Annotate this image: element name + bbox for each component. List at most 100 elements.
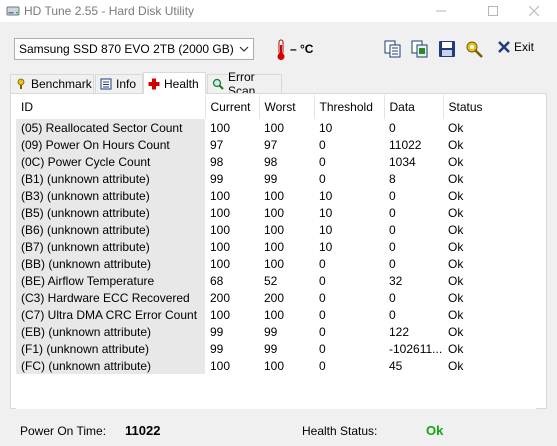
tab-error-scan[interactable]: Error Scan (207, 70, 282, 98)
floppy-disk-icon (439, 41, 455, 57)
health-panel: ID Current Worst Threshold Data Status (… (10, 93, 547, 409)
cell-worst: 100 (259, 119, 314, 136)
minimize-icon (436, 10, 446, 12)
table-row[interactable]: (C3) Hardware ECC Recovered 200 200 0 0 Ok (16, 289, 536, 306)
cell-id: (C3) Hardware ECC Recovered (16, 289, 205, 306)
table-row[interactable]: (B3) (unknown attribute) 100 100 10 0 Ok (16, 187, 536, 204)
info-icon (100, 78, 112, 90)
drive-select-value: Samsung SSD 870 EVO 2TB (2000 GB) (19, 42, 234, 56)
cell-threshold: 0 (314, 255, 384, 272)
copy-screenshot-button[interactable] (410, 39, 430, 59)
cell-threshold: 10 (314, 204, 384, 221)
cell-threshold: 10 (314, 119, 384, 136)
cell-id: (F1) (unknown attribute) (16, 340, 205, 357)
exit-label: Exit (514, 40, 535, 54)
cell-current: 100 (205, 255, 259, 272)
temperature-readout: – °C (290, 42, 314, 56)
table-row[interactable]: (B6) (unknown attribute) 100 100 10 0 Ok (16, 221, 536, 238)
cell-data: 8 (384, 170, 443, 187)
table-row[interactable]: (C7) Ultra DMA CRC Error Count 100 100 0 0 Ok (16, 306, 536, 323)
cell-threshold: 10 (314, 187, 384, 204)
tab-info[interactable]: Info (95, 74, 143, 93)
options-button[interactable] (464, 39, 484, 59)
cell-current: 98 (205, 153, 259, 170)
cell-threshold: 0 (314, 170, 384, 187)
smart-attributes-table: ID Current Worst Threshold Data Status (… (16, 95, 536, 374)
cell-worst: 52 (259, 272, 314, 289)
table-row[interactable]: (BB) (unknown attribute) 100 100 0 0 Ok (16, 255, 536, 272)
save-button[interactable] (437, 39, 457, 59)
cell-current: 99 (205, 340, 259, 357)
cell-worst: 100 (259, 221, 314, 238)
cell-worst: 100 (259, 357, 314, 374)
exit-button[interactable]: Exit (498, 40, 534, 54)
cell-current: 100 (205, 238, 259, 255)
cell-id: (B7) (unknown attribute) (16, 238, 205, 255)
tab-info-label: Info (116, 77, 137, 91)
column-header-status[interactable]: Status (443, 95, 536, 119)
cell-data: -102611... (384, 340, 443, 357)
tab-health[interactable]: Health (143, 72, 206, 94)
cell-data: 0 (384, 204, 443, 221)
cell-current: 100 (205, 187, 259, 204)
copy-info-button[interactable] (383, 39, 403, 59)
cell-id: (BE) Airflow Temperature (16, 272, 205, 289)
table-row[interactable]: (B7) (unknown attribute) 100 100 10 0 Ok (16, 238, 536, 255)
tab-benchmark[interactable]: Benchmark (10, 74, 94, 93)
cell-data: 32 (384, 272, 443, 289)
cell-data: 0 (384, 255, 443, 272)
cell-threshold: 10 (314, 221, 384, 238)
cell-current: 100 (205, 221, 259, 238)
table-row[interactable]: (B1) (unknown attribute) 99 99 0 8 Ok (16, 170, 536, 187)
cell-status: Ok (443, 255, 536, 272)
health-status-label: Health Status: (302, 424, 378, 438)
table-row[interactable]: (BE) Airflow Temperature 68 52 0 32 Ok (16, 272, 536, 289)
table-row[interactable]: (EB) (unknown attribute) 99 99 0 122 Ok (16, 323, 536, 340)
cell-status: Ok (443, 323, 536, 340)
minimize-button[interactable] (418, 0, 464, 22)
table-row[interactable]: (0C) Power Cycle Count 98 98 0 1034 Ok (16, 153, 536, 170)
cell-threshold: 0 (314, 357, 384, 374)
column-header-worst[interactable]: Worst (259, 95, 315, 119)
cell-data: 0 (384, 221, 443, 238)
table-row[interactable]: (09) Power On Hours Count 97 97 0 11022 Ok (16, 136, 536, 153)
benchmark-icon (17, 78, 25, 89)
column-header-current[interactable]: Current (205, 95, 260, 119)
cell-id: (09) Power On Hours Count (16, 136, 205, 153)
magnifier-icon (212, 78, 224, 90)
cell-worst: 100 (259, 255, 314, 272)
cell-current: 100 (205, 306, 259, 323)
drive-select[interactable]: Samsung SSD 870 EVO 2TB (2000 GB) (14, 38, 254, 60)
cell-status: Ok (443, 340, 536, 357)
cell-worst: 99 (259, 323, 314, 340)
cell-status: Ok (443, 221, 536, 238)
cell-worst: 100 (259, 187, 314, 204)
cell-status: Ok (443, 153, 536, 170)
table-body: (05) Reallocated Sector Count 100 100 10 0 Ok… (16, 119, 536, 374)
table-row[interactable]: (B5) (unknown attribute) 100 100 10 0 Ok (16, 204, 536, 221)
cell-status: Ok (443, 289, 536, 306)
power-on-time-label: Power On Time: (20, 424, 107, 438)
cell-worst: 97 (259, 136, 314, 153)
cell-id: (FC) (unknown attribute) (16, 357, 205, 374)
table-row[interactable]: (05) Reallocated Sector Count 100 100 10 0 Ok (16, 119, 536, 136)
cell-id: (BB) (unknown attribute) (16, 255, 205, 272)
tab-health-label: Health (164, 76, 199, 91)
copy-icon (384, 40, 401, 58)
health-cross-icon (148, 78, 160, 89)
column-header-id[interactable]: ID (16, 95, 206, 119)
maximize-button[interactable] (470, 0, 516, 22)
cell-threshold: 0 (314, 340, 384, 357)
close-button[interactable] (511, 0, 557, 22)
cell-id: (C7) Ultra DMA CRC Error Count (16, 306, 205, 323)
cell-id: (B1) (unknown attribute) (16, 170, 205, 187)
table-row[interactable]: (F1) (unknown attribute) 99 99 0 -102611... O… (16, 340, 536, 357)
close-icon (529, 6, 539, 16)
column-header-data[interactable]: Data (384, 95, 444, 119)
cell-data: 0 (384, 119, 443, 136)
window-title: HD Tune 2.55 - Hard Disk Utility (24, 4, 195, 18)
table-row[interactable]: (FC) (unknown attribute) 100 100 0 45 Ok (16, 357, 536, 374)
column-header-threshold[interactable]: Threshold (314, 95, 385, 119)
table-header-row: ID Current Worst Threshold Data Status (16, 95, 536, 119)
cell-worst: 98 (259, 153, 314, 170)
